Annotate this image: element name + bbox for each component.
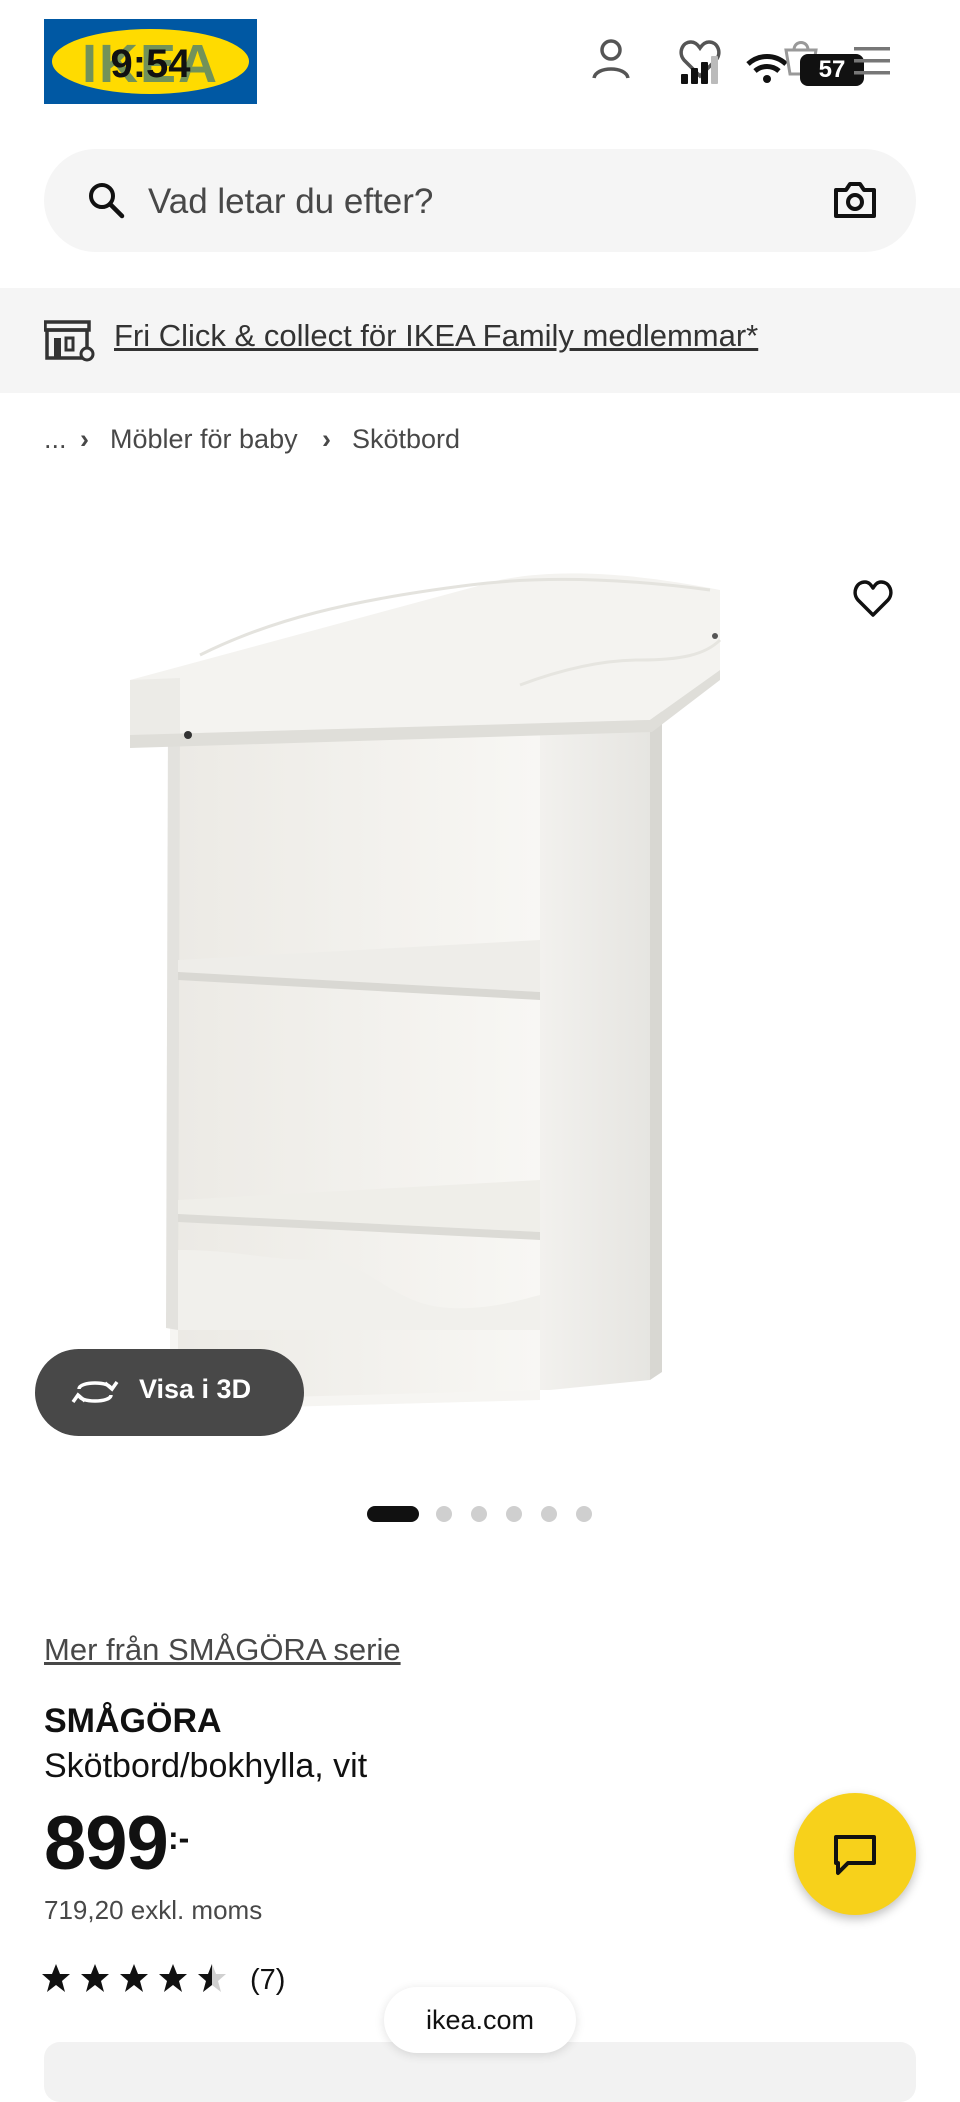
browser-url: ikea.com bbox=[425, 2005, 535, 2035]
profile-icon[interactable] bbox=[588, 36, 634, 87]
store-icon bbox=[43, 318, 96, 367]
carousel-dot[interactable] bbox=[506, 1506, 522, 1522]
carousel-dot[interactable] bbox=[436, 1506, 452, 1522]
star-icon bbox=[120, 1964, 148, 1992]
chat-button[interactable] bbox=[794, 1793, 916, 1915]
star-icon bbox=[159, 1964, 187, 1992]
series-link[interactable]: Mer från SMÅGÖRA serie bbox=[44, 1632, 401, 1668]
rotate-3d-icon bbox=[71, 1375, 119, 1414]
camera-icon[interactable] bbox=[833, 180, 877, 225]
breadcrumb-item[interactable]: Skötbord bbox=[352, 424, 460, 455]
search-icon bbox=[86, 180, 126, 225]
search-input[interactable]: Vad letar du efter? bbox=[148, 182, 433, 222]
breadcrumb-chevron-icon: › bbox=[322, 424, 331, 454]
product-description: Skötbord/bokhylla, vit bbox=[44, 1747, 368, 1785]
carousel-dot[interactable] bbox=[541, 1506, 557, 1522]
star-icon bbox=[81, 1964, 109, 1992]
banner-link[interactable]: Fri Click & collect för IKEA Family medl… bbox=[114, 318, 758, 354]
star-icon bbox=[42, 1964, 70, 1992]
price-excl-vat: 719,20 exkl. moms bbox=[44, 1895, 263, 1925]
carousel-dot[interactable] bbox=[576, 1506, 592, 1522]
product-image[interactable] bbox=[120, 560, 840, 1460]
status-time: 9:54 bbox=[110, 42, 191, 86]
breadcrumb-item[interactable]: Möbler för baby bbox=[110, 424, 298, 455]
view-3d-label: Visa i 3D bbox=[139, 1374, 252, 1404]
breadcrumb-ellipsis[interactable]: ... bbox=[44, 424, 67, 455]
menu-icon[interactable] bbox=[850, 44, 894, 83]
view-3d-button[interactable]: Visa i 3D bbox=[35, 1349, 304, 1436]
rating-stars[interactable] bbox=[42, 1962, 232, 2001]
chat-bubble-icon bbox=[832, 1833, 878, 1882]
breadcrumb-chevron-icon: › bbox=[80, 424, 89, 454]
product-price: 899 bbox=[44, 1801, 169, 1886]
price-suffix: :- bbox=[168, 1820, 190, 1856]
carousel-dot-active[interactable] bbox=[367, 1506, 419, 1522]
carousel-dot[interactable] bbox=[471, 1506, 487, 1522]
cellular-signal-icon bbox=[680, 56, 720, 89]
add-to-favorites-heart-icon[interactable] bbox=[850, 578, 896, 625]
browser-url-pill[interactable]: ikea.com bbox=[384, 1987, 576, 2053]
review-count[interactable]: (7) bbox=[250, 1964, 285, 1997]
product-name: SMÅGÖRA bbox=[44, 1702, 222, 1740]
